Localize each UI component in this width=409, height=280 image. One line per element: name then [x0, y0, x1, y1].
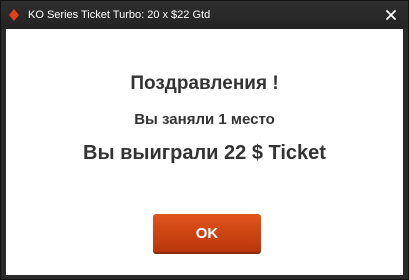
- dialog-content: Поздравления ! Вы заняли 1 место Вы выиг…: [6, 29, 403, 275]
- close-icon: [386, 10, 396, 20]
- prize-text: Вы выиграли 22 $ Ticket: [83, 142, 326, 164]
- congrats-heading: Поздравления !: [130, 73, 279, 94]
- title-bar: KO Series Ticket Turbo: 20 x $22 Gtd: [1, 1, 408, 29]
- ok-button[interactable]: OK: [153, 214, 261, 254]
- window-title: KO Series Ticket Turbo: 20 x $22 Gtd: [28, 9, 211, 21]
- dialog-window: KO Series Ticket Turbo: 20 x $22 Gtd Поз…: [0, 0, 409, 280]
- close-button[interactable]: [379, 3, 403, 27]
- place-text: Вы заняли 1 место: [134, 111, 275, 128]
- diamond-suit-icon: [7, 8, 21, 22]
